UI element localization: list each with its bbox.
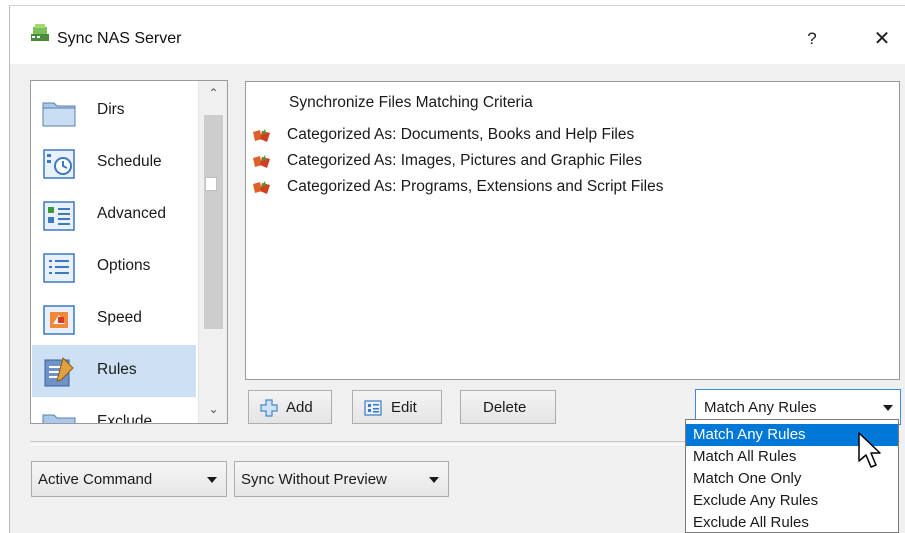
- close-button[interactable]: ✕: [862, 22, 902, 56]
- sidebar-item-schedule[interactable]: Schedule: [32, 137, 196, 189]
- edit-button[interactable]: Edit: [352, 390, 442, 424]
- category-sidebar: Dirs Schedule Advanced Options Speed Rul…: [30, 80, 228, 424]
- chevron-down-icon: [207, 477, 217, 483]
- sidebar-item-label: Speed: [97, 309, 142, 326]
- dropdown-option[interactable]: Exclude Any Rules: [686, 490, 898, 512]
- scroll-down-arrow-icon[interactable]: ⌄: [199, 399, 227, 419]
- sidebar-item-options[interactable]: Options: [32, 241, 196, 293]
- sidebar-item-label: Advanced: [97, 205, 166, 222]
- preview-mode-combo[interactable]: Sync Without Preview: [234, 461, 449, 497]
- add-button[interactable]: Add: [248, 390, 332, 424]
- sidebar-scrollbar[interactable]: ⌃ ⌄: [198, 81, 227, 423]
- chevron-down-icon: [883, 405, 893, 411]
- sidebar-item-speed[interactable]: Speed: [32, 293, 196, 345]
- rules-icon: [44, 357, 74, 387]
- rule-category-icon: [253, 155, 270, 168]
- sidebar-item-label: Dirs: [97, 101, 125, 118]
- scrollbar-thumb[interactable]: [204, 115, 223, 329]
- sidebar-item-label: Rules: [97, 361, 137, 378]
- rule-text: Categorized As: Documents, Books and Hel…: [287, 126, 635, 143]
- edit-button-label: Edit: [391, 399, 417, 416]
- scroll-up-arrow-icon[interactable]: ⌃: [199, 83, 227, 103]
- scrollbar-grip: [205, 177, 217, 191]
- app-icon: [31, 24, 49, 41]
- rule-text: Categorized As: Images, Pictures and Gra…: [287, 152, 642, 169]
- match-mode-value: Match Any Rules: [704, 399, 817, 416]
- rule-category-icon: [253, 181, 270, 194]
- help-button[interactable]: ?: [792, 22, 832, 56]
- edit-icon: [364, 400, 382, 416]
- exclude-icon: [42, 414, 76, 423]
- sidebar-item-rules[interactable]: Rules: [32, 345, 196, 397]
- rules-header: Synchronize Files Matching Criteria: [289, 94, 533, 111]
- rule-text: Categorized As: Programs, Extensions and…: [287, 178, 664, 195]
- add-icon: [260, 399, 278, 417]
- command-combo-value: Active Command: [38, 471, 153, 488]
- sidebar-item-dirs[interactable]: Dirs: [32, 85, 196, 137]
- advanced-icon: [43, 201, 75, 231]
- delete-button-label: Delete: [483, 399, 527, 416]
- mouse-cursor-icon: [858, 432, 881, 468]
- rule-category-icon: [253, 129, 270, 142]
- sidebar-item-exclude[interactable]: Exclude: [32, 397, 196, 424]
- sidebar-item-label: Schedule: [97, 153, 162, 170]
- title-bar: Sync NAS Server ? ✕: [10, 6, 905, 64]
- chevron-down-icon: [429, 477, 439, 483]
- clock-icon: [43, 149, 75, 179]
- folder-icon: [42, 102, 76, 127]
- rules-list[interactable]: Synchronize Files Matching Criteria Cate…: [245, 81, 900, 380]
- preview-mode-value: Sync Without Preview: [241, 471, 387, 488]
- sidebar-item-label: Options: [97, 257, 151, 274]
- dropdown-option[interactable]: Exclude All Rules: [686, 512, 898, 532]
- speed-icon: [43, 305, 75, 335]
- list-icon: [43, 253, 75, 283]
- add-button-label: Add: [286, 399, 313, 416]
- sidebar-item-advanced[interactable]: Advanced: [32, 189, 196, 241]
- window-title: Sync NAS Server: [57, 30, 182, 47]
- sidebar-item-label: Exclude: [97, 413, 153, 424]
- command-combo[interactable]: Active Command: [31, 461, 227, 497]
- delete-button[interactable]: Delete: [460, 390, 556, 424]
